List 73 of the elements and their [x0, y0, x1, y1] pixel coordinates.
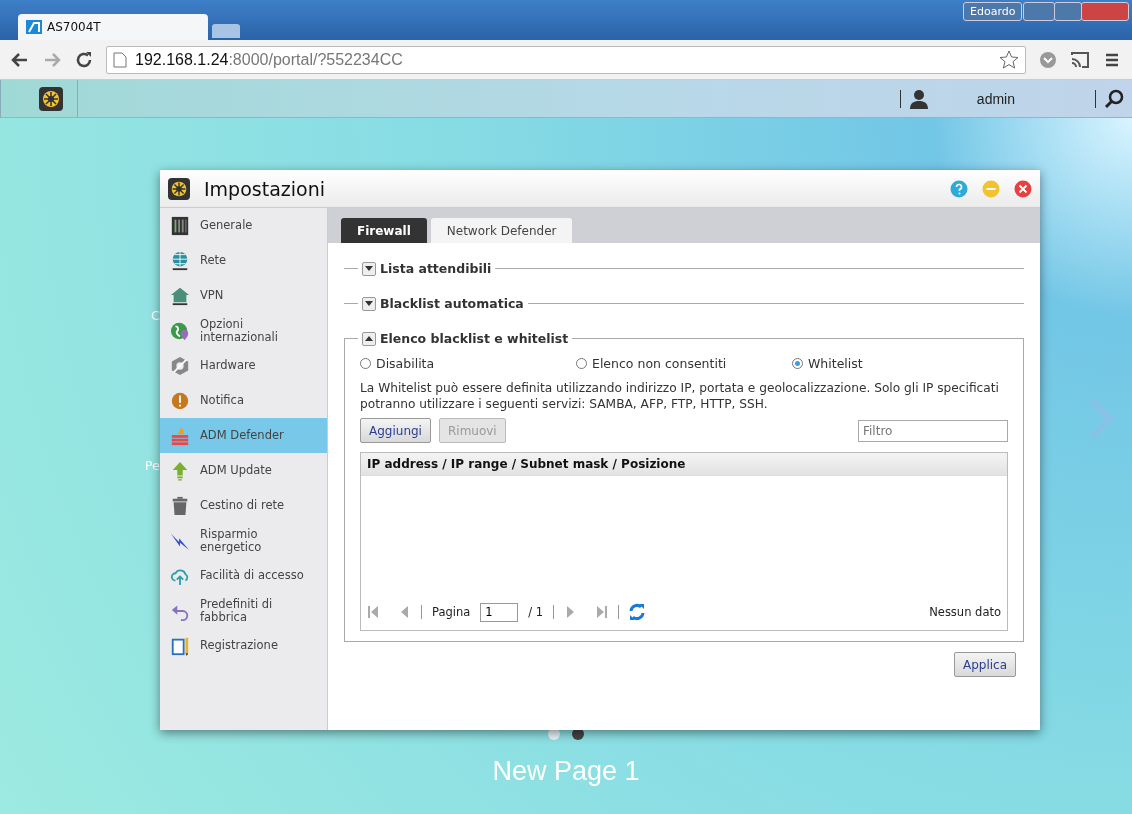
- sidebar-item[interactable]: Notifica: [160, 383, 327, 418]
- sidebar-item[interactable]: ADM Update: [160, 453, 327, 488]
- browser-tab[interactable]: AS7004T: [18, 14, 208, 40]
- sidebar-item[interactable]: Registrazione: [160, 628, 327, 663]
- collapse-button[interactable]: [362, 331, 376, 346]
- desktop-icon-label: C: [150, 308, 160, 323]
- brick-wall-icon: [170, 425, 190, 446]
- close-button[interactable]: [1014, 179, 1032, 198]
- caret-icon: [365, 266, 373, 271]
- trash-icon: [170, 495, 190, 516]
- sidebar-item[interactable]: Cestino di rete: [160, 488, 327, 523]
- star-icon[interactable]: [999, 49, 1019, 70]
- address-bar[interactable]: 192.168.1.24:8000/portal/?552234CC: [106, 45, 1026, 74]
- radio-option[interactable]: Disabilita: [360, 356, 576, 371]
- column-header: IP address / IP range / Subnet mask / Posizione: [367, 457, 686, 471]
- add-button[interactable]: Aggiungi: [360, 418, 431, 443]
- radio-option[interactable]: Elenco non consentiti: [576, 356, 792, 371]
- page-total: / 1: [528, 605, 544, 619]
- sidebar-item[interactable]: VPN: [160, 278, 327, 313]
- window-title: Impostazioni: [204, 177, 326, 200]
- caret-icon: [365, 301, 373, 306]
- expand-button[interactable]: [362, 296, 376, 311]
- refresh-icon[interactable]: [629, 603, 646, 621]
- sidebar-item[interactable]: Hardware: [160, 348, 327, 383]
- settings-app-icon[interactable]: [39, 86, 63, 111]
- last-page-icon[interactable]: [596, 605, 609, 619]
- tab[interactable]: Firewall: [341, 218, 427, 243]
- status-text: Nessun dato: [929, 605, 1001, 619]
- house-icon: [170, 285, 190, 306]
- alert-icon: [170, 390, 190, 411]
- expand-button[interactable]: [362, 261, 376, 276]
- caret-icon: [365, 336, 373, 341]
- close-button[interactable]: [1081, 2, 1129, 21]
- minimize-button[interactable]: [1023, 2, 1055, 21]
- hex-nut-icon: [170, 355, 190, 376]
- clipboard-pencil-icon: [170, 635, 190, 656]
- apply-button[interactable]: Applica: [953, 652, 1016, 677]
- user-name[interactable]: admin: [976, 90, 1015, 107]
- tab[interactable]: Network Defender: [430, 218, 573, 243]
- sidebar-item[interactable]: Opzioni internazionali: [160, 313, 327, 348]
- sidebar-item[interactable]: Rete: [160, 243, 327, 278]
- page-label: Pagina: [432, 605, 471, 619]
- reload-icon[interactable]: [74, 49, 94, 70]
- page-icon: [113, 51, 127, 68]
- settings-app-icon[interactable]: [168, 177, 190, 200]
- page-number-field[interactable]: 1: [480, 602, 519, 622]
- help-button[interactable]: [950, 179, 968, 198]
- section-title: Blacklist automatica: [380, 296, 524, 311]
- maximize-button[interactable]: [1054, 2, 1082, 21]
- previous-page-icon[interactable]: [399, 605, 411, 619]
- search-icon[interactable]: [1104, 88, 1124, 109]
- sidebar-item[interactable]: ADM Defender: [160, 418, 327, 453]
- sidebar-item[interactable]: Generale: [160, 208, 327, 243]
- sidebar-item[interactable]: Risparmio energetico: [160, 523, 327, 558]
- cast-icon[interactable]: [1070, 49, 1090, 70]
- extension-icon[interactable]: [1038, 49, 1058, 70]
- user-icon[interactable]: [908, 88, 929, 109]
- radio-option[interactable]: Whitelist: [792, 356, 1008, 371]
- desktop-icon-label: Pe: [144, 458, 160, 473]
- page-title: New Page 1: [492, 756, 640, 786]
- filter-field[interactable]: Filtro: [858, 419, 1008, 442]
- app-logo-icon: [26, 20, 42, 34]
- globe-icon: [170, 250, 190, 271]
- sidebar-item[interactable]: Facilità di accesso: [160, 558, 327, 593]
- section-title: Elenco blacklist e whitelist: [380, 331, 569, 346]
- up-arrow-icon: [170, 460, 190, 481]
- profile-button[interactable]: Edoardo: [963, 2, 1023, 21]
- server-icon: [170, 215, 190, 236]
- section-title: Lista attendibili: [380, 261, 492, 276]
- globe-pin-icon: [170, 320, 190, 341]
- sidebar-item[interactable]: Predefiniti di fabbrica: [160, 593, 327, 628]
- first-page-icon[interactable]: [367, 605, 379, 619]
- description-text: La Whitelist può essere definita utilizzando indirizzo IP, portata e geolocalizzazione. Solo gli IP specificati potranno utilizzare i seguenti servizi: SAMBA, AFP, FTP, HTTP, SSH.: [360, 380, 1000, 412]
